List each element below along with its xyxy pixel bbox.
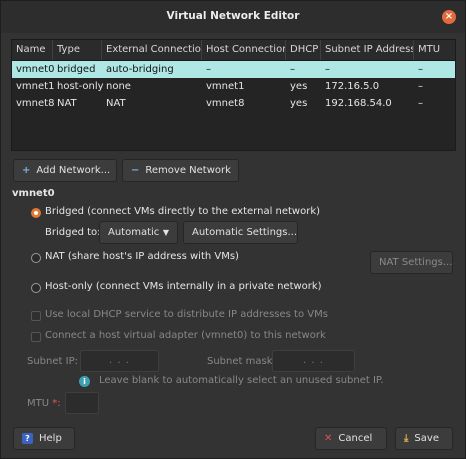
nat-radio[interactable] bbox=[31, 253, 41, 263]
cell-name: vmnet1 bbox=[16, 81, 55, 92]
column-header-host-connection[interactable]: Host Connection bbox=[202, 40, 286, 60]
column-header-dhcp[interactable]: DHCP bbox=[286, 40, 321, 60]
save-label: Save bbox=[414, 433, 439, 444]
automatic-settings-button[interactable]: Automatic Settings... bbox=[183, 221, 298, 244]
save-icon: ⤓ bbox=[404, 433, 409, 444]
nat-settings-button[interactable]: NAT Settings... bbox=[370, 251, 453, 274]
host-only-option-label[interactable]: Host-only (connect VMs internally in a p… bbox=[45, 281, 322, 292]
remove-network-label: Remove Network bbox=[145, 165, 231, 176]
cell-subnet-ip: 192.168.54.0 bbox=[325, 98, 392, 109]
cell-host-connection: vmnet8 bbox=[206, 98, 245, 109]
subnet-ip-input[interactable]: . . . bbox=[80, 350, 159, 372]
cell-mtu: – bbox=[418, 64, 423, 75]
cell-external-connection: NAT bbox=[106, 98, 126, 109]
virtual-network-editor-window: Virtual Network Editor × Name Type Exter… bbox=[0, 0, 466, 459]
chevron-down-icon: ▼ bbox=[162, 228, 169, 237]
cell-dhcp: yes bbox=[290, 98, 308, 109]
cell-mtu: – bbox=[418, 98, 423, 109]
cell-external-connection: none bbox=[106, 81, 131, 92]
subnet-hint: Leave blank to automatically select an u… bbox=[99, 375, 384, 386]
help-button[interactable]: ? Help bbox=[13, 427, 75, 450]
table-row[interactable]: vmnet0 bridged auto-bridging – – – – bbox=[12, 61, 455, 78]
cancel-icon: ✕ bbox=[324, 433, 333, 444]
host-adapter-checkbox[interactable] bbox=[31, 332, 41, 342]
title-bar: Virtual Network Editor × bbox=[1, 1, 465, 33]
cell-subnet-ip: – bbox=[325, 64, 330, 75]
info-icon: i bbox=[79, 376, 90, 387]
network-section-title: vmnet0 bbox=[12, 188, 55, 199]
help-icon: ? bbox=[22, 433, 33, 444]
bridged-to-label: Bridged to: bbox=[45, 227, 101, 238]
subnet-mask-input[interactable]: . . . bbox=[272, 350, 355, 372]
cell-name: vmnet0 bbox=[16, 64, 55, 75]
cell-type: host-only bbox=[57, 81, 104, 92]
window-title: Virtual Network Editor bbox=[166, 10, 300, 22]
cancel-button[interactable]: ✕ Cancel bbox=[315, 427, 387, 450]
cancel-label: Cancel bbox=[338, 433, 373, 444]
host-adapter-checkbox-label[interactable]: Connect a host virtual adapter (vmnet0) … bbox=[45, 330, 326, 341]
add-network-label: Add Network... bbox=[36, 165, 111, 176]
table-row[interactable]: vmnet1 host-only none vmnet1 yes 172.16.… bbox=[12, 78, 455, 95]
table-row[interactable]: vmnet8 NAT NAT vmnet8 yes 192.168.54.0 – bbox=[12, 95, 455, 112]
save-button[interactable]: ⤓ Save bbox=[395, 427, 453, 450]
add-network-button[interactable]: + Add Network... bbox=[13, 159, 117, 182]
column-header-name[interactable]: Name bbox=[12, 40, 53, 60]
bridged-option-label[interactable]: Bridged (connect VMs directly to the ext… bbox=[45, 206, 320, 217]
cell-dhcp: – bbox=[290, 64, 295, 75]
column-header-subnet-ip[interactable]: Subnet IP Address bbox=[321, 40, 414, 60]
plus-icon: + bbox=[22, 165, 31, 176]
cell-external-connection: auto-bridging bbox=[106, 64, 174, 75]
network-table[interactable]: Name Type External Connection Host Conne… bbox=[11, 39, 456, 151]
dhcp-checkbox-label[interactable]: Use local DHCP service to distribute IP … bbox=[45, 309, 328, 320]
minus-icon: − bbox=[131, 165, 140, 176]
cell-dhcp: yes bbox=[290, 81, 308, 92]
mtu-label-text: MTU bbox=[27, 398, 50, 409]
close-icon[interactable]: × bbox=[442, 10, 456, 24]
column-header-external-connection[interactable]: External Connection bbox=[102, 40, 202, 60]
automatic-settings-label: Automatic Settings... bbox=[192, 227, 298, 238]
cell-mtu: – bbox=[418, 81, 423, 92]
dhcp-checkbox[interactable] bbox=[31, 311, 41, 321]
remove-network-button[interactable]: − Remove Network bbox=[122, 159, 239, 182]
subnet-mask-label: Subnet mask: bbox=[207, 356, 276, 367]
bridged-radio[interactable] bbox=[31, 208, 41, 218]
mtu-input[interactable] bbox=[65, 392, 99, 414]
bridged-to-dropdown[interactable]: Automatic ▼ bbox=[99, 221, 178, 244]
mtu-required-mark: *: bbox=[52, 398, 61, 409]
mtu-label: MTU *: bbox=[27, 398, 61, 409]
nat-option-label[interactable]: NAT (share host's IP address with VMs) bbox=[45, 251, 239, 262]
cell-name: vmnet8 bbox=[16, 98, 55, 109]
cell-type: bridged bbox=[57, 64, 96, 75]
cell-host-connection: vmnet1 bbox=[206, 81, 245, 92]
table-header: Name Type External Connection Host Conne… bbox=[12, 40, 455, 61]
nat-settings-label: NAT Settings... bbox=[379, 257, 453, 268]
column-header-mtu[interactable]: MTU bbox=[414, 40, 455, 60]
cell-host-connection: – bbox=[206, 64, 211, 75]
subnet-ip-label: Subnet IP: bbox=[27, 356, 78, 367]
column-header-type[interactable]: Type bbox=[53, 40, 102, 60]
bridged-to-value: Automatic bbox=[108, 227, 160, 238]
help-label: Help bbox=[39, 433, 62, 444]
cell-subnet-ip: 172.16.5.0 bbox=[325, 81, 380, 92]
cell-type: NAT bbox=[57, 98, 77, 109]
host-only-radio[interactable] bbox=[31, 283, 41, 293]
